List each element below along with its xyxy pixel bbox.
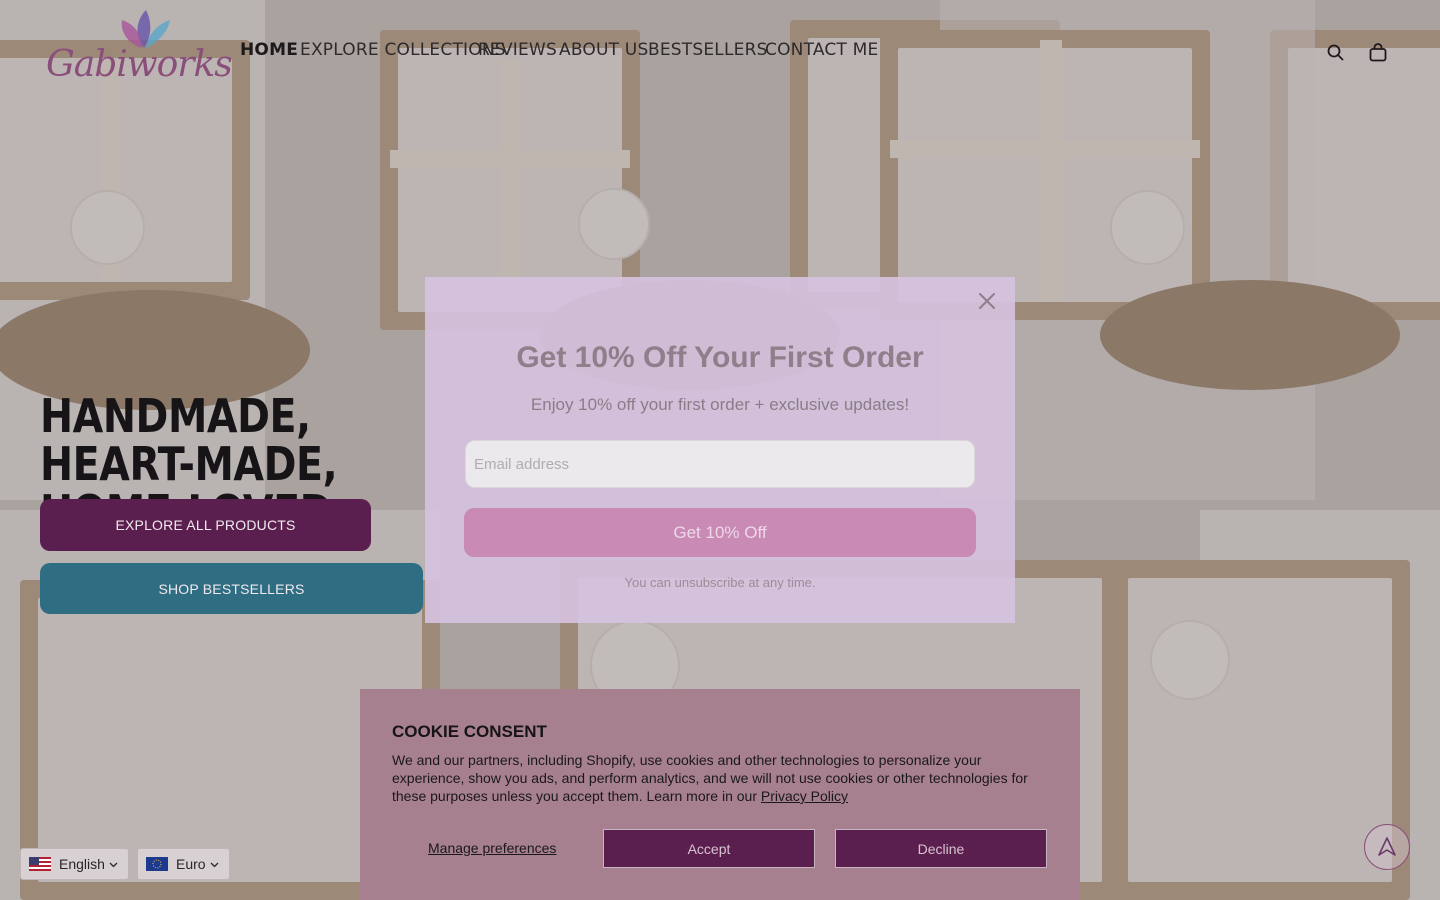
main-navigation: Home Explore Collections Reviews About U…	[240, 40, 878, 60]
shopping-bag-icon[interactable]	[1367, 42, 1389, 64]
logo-wordmark: Gabiworks	[46, 44, 233, 85]
explore-all-products-button[interactable]: EXPLORE ALL PRODUCTS	[40, 499, 371, 551]
shop-bestsellers-button[interactable]: SHOP BESTSELLERS	[40, 563, 423, 614]
scroll-to-top-button[interactable]	[1364, 824, 1410, 870]
cookie-description: We and our partners, including Shopify, …	[392, 751, 1042, 805]
privacy-policy-link[interactable]: Privacy Policy	[761, 788, 848, 804]
nav-reviews[interactable]: Reviews	[478, 40, 557, 60]
nav-explore-collections[interactable]: Explore Collections	[300, 40, 506, 60]
discount-popup: Get 10% Off Your First Order Enjoy 10% o…	[425, 277, 1015, 623]
nav-home[interactable]: Home	[240, 40, 298, 60]
decline-button[interactable]: Decline	[835, 829, 1047, 868]
cookie-title: COOKIE CONSENT	[392, 722, 547, 741]
eu-flag-icon	[146, 857, 168, 871]
accept-button[interactable]: Accept	[603, 829, 815, 868]
nav-about-us[interactable]: About Us	[559, 40, 648, 60]
currency-label: Euro	[176, 856, 206, 872]
us-flag-icon	[29, 857, 51, 871]
close-icon[interactable]	[975, 289, 999, 313]
language-label: English	[59, 856, 105, 872]
manage-preferences-link[interactable]: Manage preferences	[428, 840, 556, 856]
currency-selector[interactable]: Euro	[137, 848, 230, 880]
navigation-arrow-icon	[1378, 837, 1396, 856]
cookie-description-text: We and our partners, including Shopify, …	[392, 752, 1028, 804]
gabiworks-logo[interactable]: Gabiworks	[44, 8, 233, 94]
cookie-consent-banner: COOKIE CONSENT We and our partners, incl…	[360, 689, 1080, 900]
popup-subtitle: Enjoy 10% off your first order + exclusi…	[530, 395, 910, 414]
unsubscribe-note: You can unsubscribe at any time.	[624, 575, 816, 590]
language-selector[interactable]: English	[20, 848, 129, 880]
chevron-down-icon	[210, 862, 219, 867]
get-discount-button[interactable]: Get 10% Off	[464, 508, 976, 557]
nav-bestsellers[interactable]: Bestsellers	[648, 40, 768, 60]
search-icon[interactable]	[1325, 42, 1347, 64]
chevron-down-icon	[109, 862, 118, 867]
nav-contact-me[interactable]: Contact Me	[765, 40, 878, 60]
email-field[interactable]	[465, 440, 975, 488]
popup-title: Get 10% Off Your First Order	[516, 341, 924, 374]
site-header: Gabiworks Home Explore Collections Revie…	[0, 0, 1440, 104]
